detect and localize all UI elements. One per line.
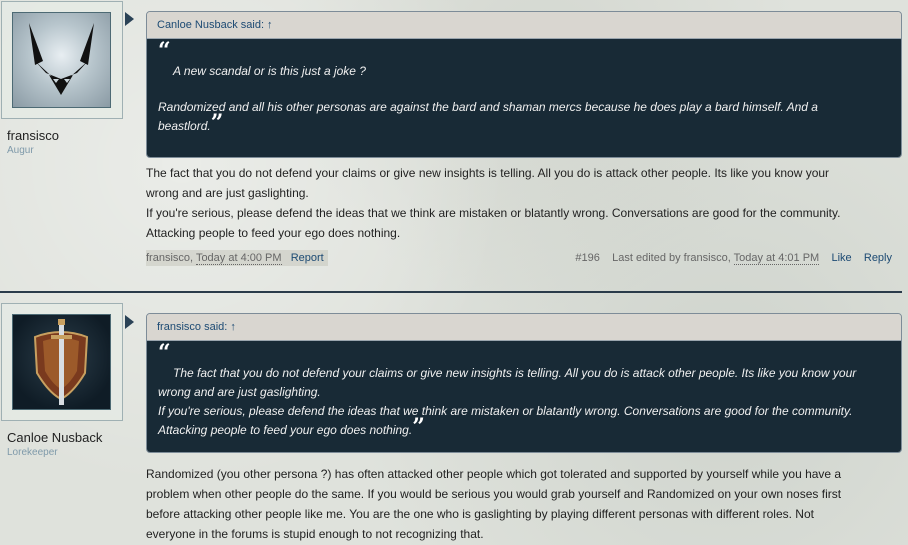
post-divider (0, 291, 902, 293)
user-avatar-frame (1, 1, 123, 119)
reply-link[interactable]: Reply (864, 252, 892, 264)
close-quote-icon: ” (210, 110, 224, 136)
edited-timestamp[interactable]: Today at 4:01 PM (733, 252, 820, 265)
post-meta: fransisco, Today at 4:00 PM Report #196 … (146, 250, 902, 266)
user-title: Augur (7, 145, 34, 156)
message-line: wrong and are just gaslighting. (146, 186, 309, 200)
post-arrow-icon (125, 12, 134, 26)
post-number[interactable]: #196 (575, 252, 599, 264)
quote-line: Attacking people to feed your ego does n… (158, 423, 413, 437)
quote-attribution-text[interactable]: fransisco said: ↑ (157, 321, 236, 333)
quote-line: If you're serious, please defend the ide… (158, 404, 853, 418)
like-link[interactable]: Like (831, 252, 851, 264)
open-quote-icon: “ (158, 340, 171, 366)
message-line: before attacking other people like me. Y… (146, 507, 814, 521)
quote-attribution-text[interactable]: Canloe Nusback said: ↑ (157, 19, 273, 31)
report-link[interactable]: Report (291, 252, 324, 264)
message-line: Attacking people to feed your ego does n… (146, 226, 401, 240)
username[interactable]: fransisco (7, 128, 59, 143)
quote-line: A new scandal or is this just a joke ? (173, 64, 366, 78)
username[interactable]: Canloe Nusback (7, 430, 102, 445)
message-line: Randomized (you other persona ?) has oft… (146, 467, 842, 481)
user-avatar-frame (1, 303, 123, 421)
post-meta-left: fransisco, Today at 4:00 PM Report (146, 250, 328, 266)
post-196: fransisco Augur Canloe Nusback said: ↑ “… (0, 0, 908, 290)
quote-attribution[interactable]: fransisco said: ↑ (147, 314, 901, 341)
quote-line-wrap: beastlord.” (158, 112, 890, 136)
quote-line: wrong and are just gaslighting. (158, 385, 321, 399)
quote-block: Canloe Nusback said: ↑ “ A new scandal o… (146, 11, 902, 158)
quote-line-wrap: Attacking people to feed your ego does n… (158, 416, 890, 440)
quote-line (158, 81, 890, 98)
quote-body: “ The fact that you do not defend your c… (147, 341, 901, 452)
quote-block: fransisco said: ↑ “ The fact that you do… (146, 313, 902, 453)
post-message: The fact that you do not defend your cla… (146, 163, 902, 243)
avatar[interactable] (12, 314, 111, 410)
quote-attribution[interactable]: Canloe Nusback said: ↑ (147, 12, 901, 39)
quote-body: “ A new scandal or is this just a joke ?… (147, 39, 901, 157)
open-quote-icon: “ (158, 38, 171, 64)
fox-mask-icon (29, 23, 94, 95)
quote-line: Randomized and all his other personas ar… (158, 100, 818, 114)
avatar[interactable] (12, 12, 111, 108)
quote-line: The fact that you do not defend your cla… (173, 366, 857, 380)
user-title: Lorekeeper (7, 447, 58, 458)
post-meta-right: #196 Last edited by fransisco, Today at … (575, 250, 892, 266)
post-arrow-icon (125, 315, 134, 329)
shield-sword-icon (33, 319, 89, 405)
quote-line: beastlord. (158, 119, 211, 133)
message-line: everyone in the forums is stupid enough … (146, 527, 484, 541)
message-line: problem when other people do the same. I… (146, 487, 842, 501)
close-quote-icon: ” (412, 414, 425, 440)
edited-label: Last edited by fransisco, (612, 252, 731, 264)
message-line: If you're serious, please defend the ide… (146, 206, 841, 220)
post-author[interactable]: fransisco, (146, 252, 193, 264)
message-line: The fact that you do not defend your cla… (146, 166, 830, 180)
post-timestamp[interactable]: Today at 4:00 PM (195, 252, 282, 265)
post-197: Canloe Nusback Lorekeeper fransisco said… (0, 300, 908, 545)
post-message: Randomized (you other persona ?) has oft… (146, 464, 902, 544)
